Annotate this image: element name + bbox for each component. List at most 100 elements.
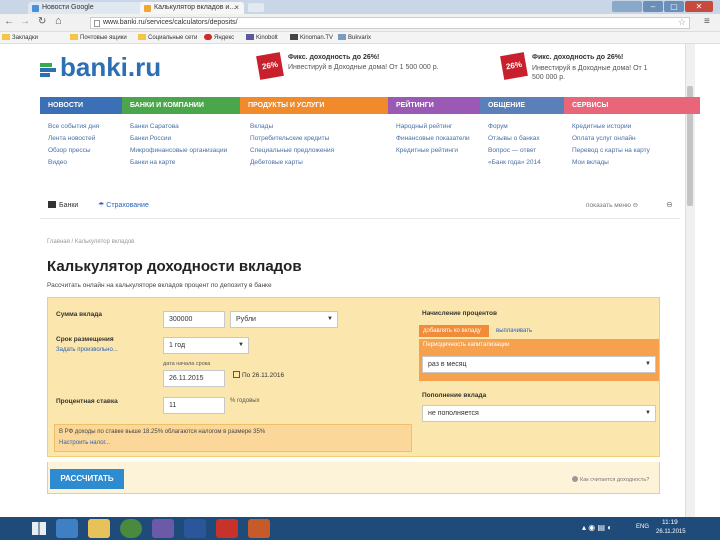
nav-products[interactable]: ПРОДУКТЫ И УСЛУГИ: [240, 97, 388, 114]
nav-link[interactable]: Видео: [48, 157, 99, 169]
nav-link[interactable]: Микрофинансовые организации: [130, 145, 227, 157]
promo-banner[interactable]: 26% Фикс. доходность до 26%! Инвестируй …: [256, 52, 458, 82]
nav-link[interactable]: Финансовые показатели: [396, 133, 474, 145]
windows-taskbar: ▴ ◉ ▤ ◐ ENG 11:19 26.11.2015: [0, 517, 720, 540]
clock-date[interactable]: 26.11.2015: [656, 529, 686, 535]
tab-banks[interactable]: Банки: [48, 201, 78, 209]
back-icon[interactable]: ←: [4, 16, 14, 27]
nav-link[interactable]: Дебетовые карты: [250, 157, 334, 169]
bookmark-star-icon[interactable]: ☆: [678, 17, 686, 27]
term-select[interactable]: 1 год ▼: [163, 337, 249, 354]
breadcrumb[interactable]: Главная / Калькулятор вкладов: [47, 239, 134, 245]
nav-link[interactable]: Все события дня: [48, 121, 99, 133]
nav-services[interactable]: СЕРВИСЫ: [564, 97, 700, 114]
kinobolt-icon: [246, 34, 254, 40]
amount-input[interactable]: 300000: [163, 311, 225, 328]
minimize-window-icon[interactable]: –: [643, 1, 663, 12]
rate-label: Процентная ставка: [56, 398, 118, 405]
bank-building-icon: [48, 201, 56, 208]
bookmark-item[interactable]: Социальные сети: [138, 34, 197, 41]
nav-link[interactable]: Кредитные рейтинги: [396, 145, 474, 157]
tax-settings-link[interactable]: Настроить налог...: [59, 440, 110, 446]
nav-link[interactable]: Народный рейтинг: [396, 121, 474, 133]
browser-toolbar: ← → ↻ ⌂ www.banki.ru/services/calculator…: [0, 14, 720, 32]
browser-tab-google-news[interactable]: Новости Google ×: [28, 2, 156, 14]
currency-select[interactable]: Рубли ▼: [230, 311, 338, 328]
internet-explorer-icon[interactable]: [56, 519, 78, 538]
pdf-reader-icon[interactable]: [216, 519, 238, 538]
open-date-input[interactable]: 26.11.2015: [163, 370, 225, 387]
yandex-icon: [204, 34, 212, 40]
file-explorer-icon[interactable]: [88, 519, 110, 538]
bookmark-item[interactable]: Kinoman.TV: [290, 34, 333, 41]
nav-link[interactable]: Отзывы о банках: [488, 133, 541, 145]
nav-link[interactable]: Специальные предложения: [250, 145, 334, 157]
powerpoint-icon[interactable]: [248, 519, 270, 538]
logo-icon: [40, 60, 58, 78]
nav-link[interactable]: Вклады: [250, 121, 334, 133]
nav-link[interactable]: Форум: [488, 121, 541, 133]
new-tab-button[interactable]: [248, 3, 264, 12]
site-logo[interactable]: banki.ru: [40, 52, 161, 83]
promo-title: Фикс. доходность до 26%!: [532, 54, 624, 61]
clock-time[interactable]: 11:19: [662, 519, 678, 526]
language-indicator[interactable]: ENG: [636, 524, 649, 530]
nav-link[interactable]: Вопрос — ответ: [488, 145, 541, 157]
nav-link[interactable]: Банки России: [130, 133, 227, 145]
umbrella-icon: ☂: [98, 202, 105, 209]
menu-icon[interactable]: ≡: [704, 16, 710, 27]
chrome-icon[interactable]: [120, 519, 142, 538]
nav-link[interactable]: Оплата услуг онлайн: [572, 133, 650, 145]
how-calculated-link[interactable]: Как считается доходность?: [572, 476, 649, 483]
nav-link[interactable]: Потребительские кредиты: [250, 133, 334, 145]
calculate-button[interactable]: РАССЧИТАТЬ: [50, 469, 124, 489]
chevron-down-icon: ▼: [327, 316, 333, 322]
nav-link[interactable]: Обзор прессы: [48, 145, 99, 157]
nav-link[interactable]: Банки на карте: [130, 157, 227, 169]
promo-banner[interactable]: 26% Фикс. доходность до 26%! Инвестируй …: [500, 52, 682, 86]
browser-tab-calculator[interactable]: Калькулятор вкладов и... ×: [140, 2, 244, 14]
promo-badge: 26%: [500, 52, 528, 80]
show-menu-link[interactable]: показать меню ⊖: [586, 201, 638, 209]
tab-insurance[interactable]: ☂ Страхование: [98, 201, 149, 209]
maximize-window-icon[interactable]: ▢: [664, 1, 684, 12]
nav-link[interactable]: Кредитные истории: [572, 121, 650, 133]
reload-icon[interactable]: ↻: [38, 16, 46, 27]
collapse-icon[interactable]: ⊖: [666, 200, 673, 209]
nav-link[interactable]: Мои вклады: [572, 157, 650, 169]
tray-icons[interactable]: ▴ ◉ ▤ ◐: [582, 523, 612, 532]
interest-option-pay[interactable]: выплачивать: [492, 325, 552, 337]
windows-start-icon[interactable]: [32, 522, 46, 535]
home-icon[interactable]: ⌂: [55, 15, 62, 27]
page-title: Калькулятор доходности вкладов: [47, 258, 302, 275]
replenish-select[interactable]: не пополняется ▼: [422, 405, 656, 422]
frequency-select[interactable]: раз в месяц ▼: [422, 356, 656, 373]
nav-communication[interactable]: ОБЩЕНИЕ: [480, 97, 564, 114]
bookmark-item[interactable]: Bukvarix: [338, 34, 371, 41]
bookmark-item[interactable]: Закладки: [2, 34, 38, 41]
bukvarix-icon: [338, 34, 346, 40]
amount-label: Сумма вклада: [56, 311, 102, 318]
nav-link[interactable]: Перевод с карты на карту: [572, 145, 650, 157]
interest-option-add[interactable]: добавлять ко вкладу: [419, 325, 489, 337]
page-icon: [94, 20, 100, 27]
forward-icon[interactable]: →: [20, 16, 30, 27]
bookmark-item[interactable]: Почтовые ящики: [70, 34, 127, 41]
term-custom-link[interactable]: Задать произвольно...: [56, 347, 118, 353]
nav-banks[interactable]: БАНКИ И КОМПАНИИ: [122, 97, 240, 114]
bookmark-item[interactable]: Kinobolt: [246, 34, 278, 41]
close-tab-icon[interactable]: ×: [234, 3, 239, 12]
close-window-icon[interactable]: ✕: [685, 1, 713, 12]
media-player-icon[interactable]: [152, 519, 174, 538]
nav-link[interactable]: «Банк года» 2014: [488, 157, 541, 169]
address-input[interactable]: www.banki.ru/services/calculators/deposi…: [90, 17, 690, 29]
rate-input[interactable]: 11: [163, 397, 225, 414]
nav-link[interactable]: Лента новостей: [48, 133, 99, 145]
nav-ratings[interactable]: РЕЙТИНГИ: [388, 97, 480, 114]
calendar-icon[interactable]: [233, 371, 240, 378]
bookmark-item[interactable]: Яндекс: [204, 34, 234, 41]
nav-link[interactable]: Банки Саратова: [130, 121, 227, 133]
word-icon[interactable]: [184, 519, 206, 538]
nav-news[interactable]: НОВОСТИ: [40, 97, 122, 114]
user-profile-button[interactable]: [612, 1, 642, 12]
